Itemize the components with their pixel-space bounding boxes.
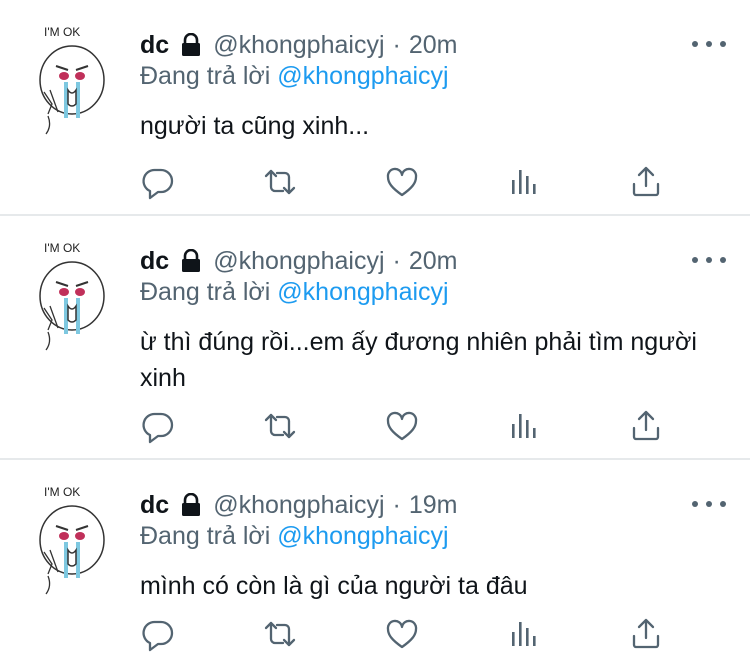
tweet-text: mình có còn là gì của người ta đâu <box>140 572 528 600</box>
tweet-actions <box>140 408 680 444</box>
tweet[interactable]: I'M OK dc @khongphaicyj · 20m Đang trả l… <box>0 216 750 458</box>
more-icon[interactable] <box>692 30 726 58</box>
analytics-icon[interactable] <box>506 408 542 444</box>
more-icon[interactable] <box>692 490 726 518</box>
share-icon[interactable] <box>628 408 664 444</box>
avatar[interactable]: I'M OK <box>30 22 112 154</box>
tweet-text: người ta cũng xinh... <box>140 112 370 140</box>
display-name[interactable]: dc <box>140 491 169 520</box>
display-name[interactable]: dc <box>140 31 169 60</box>
separator: · <box>392 246 401 275</box>
avatar[interactable]: I'M OK <box>30 238 112 370</box>
more-icon[interactable] <box>692 246 726 274</box>
tweet-header: dc @khongphaicyj · 20m <box>140 244 457 278</box>
replying-prefix: Đang trả lời <box>140 62 278 90</box>
reply-icon[interactable] <box>140 408 176 444</box>
avatar[interactable]: I'M OK <box>30 482 112 614</box>
avatar-caption: I'M OK <box>44 25 80 39</box>
like-icon[interactable] <box>384 164 420 200</box>
separator: · <box>392 30 401 59</box>
mention-link[interactable]: @khongphaicyj <box>277 278 448 306</box>
replying-prefix: Đang trả lời <box>140 278 278 306</box>
lock-icon <box>179 32 203 57</box>
user-handle[interactable]: @khongphaicyj <box>213 31 384 60</box>
like-icon[interactable] <box>384 616 420 652</box>
analytics-icon[interactable] <box>506 164 542 200</box>
tweet-header: dc @khongphaicyj · 19m <box>140 488 457 522</box>
user-handle[interactable]: @khongphaicyj <box>213 491 384 520</box>
timestamp[interactable]: 20m <box>409 247 458 276</box>
user-handle[interactable]: @khongphaicyj <box>213 247 384 276</box>
timestamp[interactable]: 20m <box>409 31 458 60</box>
tweet[interactable]: I'M OK dc @khongphaicyj · 20m Đang trả l… <box>0 0 750 214</box>
reply-icon[interactable] <box>140 616 176 652</box>
replying-prefix: Đang trả lời <box>140 522 278 550</box>
display-name[interactable]: dc <box>140 247 169 276</box>
lock-icon <box>179 492 203 517</box>
avatar-caption: I'M OK <box>44 485 80 499</box>
retweet-icon[interactable] <box>262 408 298 444</box>
retweet-icon[interactable] <box>262 164 298 200</box>
tweet-actions <box>140 164 680 200</box>
share-icon[interactable] <box>628 616 664 652</box>
replying-to: Đang trả lời @khongphaicyj <box>140 522 449 551</box>
avatar-caption: I'M OK <box>44 241 80 255</box>
tweet-header: dc @khongphaicyj · 20m <box>140 28 457 62</box>
share-icon[interactable] <box>628 164 664 200</box>
mention-link[interactable]: @khongphaicyj <box>277 62 448 90</box>
reply-icon[interactable] <box>140 164 176 200</box>
lock-icon <box>179 248 203 273</box>
like-icon[interactable] <box>384 408 420 444</box>
retweet-icon[interactable] <box>262 616 298 652</box>
tweet[interactable]: I'M OK dc @khongphaicyj · 19m Đang trả l… <box>0 460 750 667</box>
separator: · <box>392 490 401 519</box>
analytics-icon[interactable] <box>506 616 542 652</box>
replying-to: Đang trả lời @khongphaicyj <box>140 278 449 307</box>
tweet-actions <box>140 616 680 652</box>
tweet-text: ừ thì đúng rồi...em ấy đương nhiên phải … <box>140 328 697 392</box>
replying-to: Đang trả lời @khongphaicyj <box>140 62 449 91</box>
mention-link[interactable]: @khongphaicyj <box>277 522 448 550</box>
timestamp[interactable]: 19m <box>409 491 458 520</box>
